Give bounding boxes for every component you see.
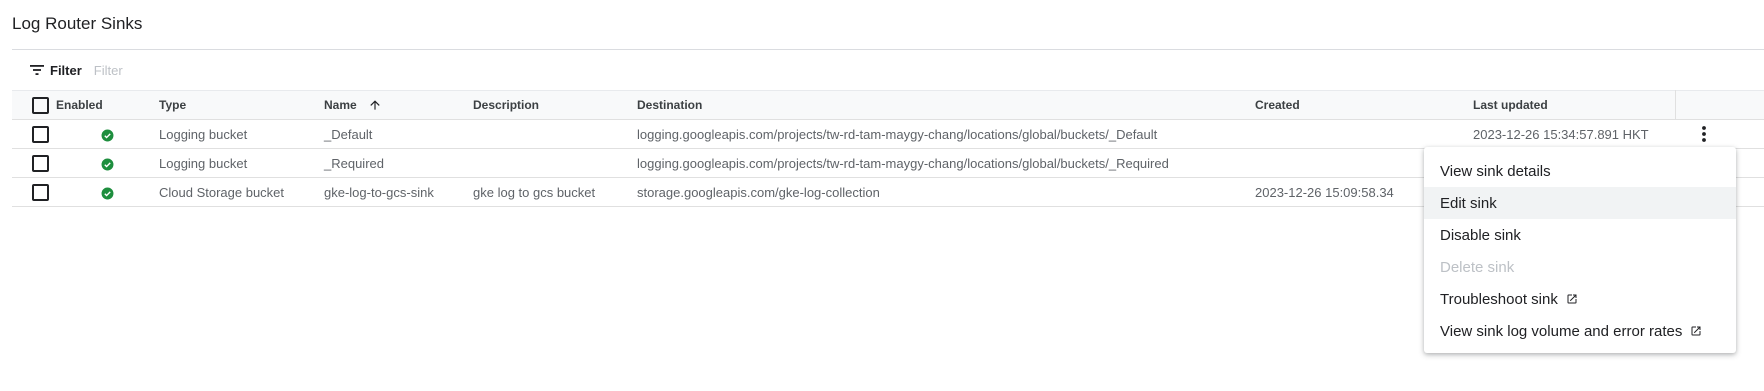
filter-list-icon: [30, 65, 44, 75]
cell-destination: logging.googleapis.com/projects/tw-rd-ta…: [637, 126, 1158, 142]
row-checkbox[interactable]: [32, 125, 49, 143]
menu-item-label: View sink details: [1440, 162, 1551, 180]
column-header-created[interactable]: Created: [1255, 91, 1473, 120]
menu-item-label: Troubleshoot sink: [1440, 290, 1558, 308]
cell-destination: logging.googleapis.com/projects/tw-rd-ta…: [637, 155, 1169, 171]
cell-name[interactable]: _Default: [324, 120, 473, 149]
column-header-description[interactable]: Description: [473, 91, 637, 120]
column-header-type[interactable]: Type: [159, 91, 324, 120]
open-in-new-icon: [1690, 325, 1702, 337]
column-header-enabled[interactable]: Enabled: [56, 91, 159, 120]
column-header-name[interactable]: Name: [324, 91, 473, 120]
menu-item-disable-sink[interactable]: Disable sink: [1424, 219, 1736, 251]
filter-button[interactable]: Filter: [30, 63, 82, 78]
column-header-destination[interactable]: Destination: [637, 91, 1255, 120]
menu-item-label: Edit sink: [1440, 194, 1497, 212]
log-router-sinks-page: Log Router Sinks Filter Filter Enabled T…: [0, 0, 1764, 391]
check-circle-icon: [101, 129, 114, 141]
menu-item-view-sink-log-volume[interactable]: View sink log volume and error rates: [1424, 315, 1736, 347]
menu-item-view-sink-details[interactable]: View sink details: [1424, 155, 1736, 187]
cell-description: [473, 149, 637, 178]
cell-name[interactable]: gke-log-to-gcs-sink: [324, 178, 473, 207]
cell-type: Logging bucket: [159, 155, 248, 171]
cell-created: [1255, 120, 1473, 149]
menu-item-edit-sink[interactable]: Edit sink: [1424, 187, 1736, 219]
menu-item-delete-sink: Delete sink: [1424, 251, 1736, 283]
filter-button-label: Filter: [50, 62, 82, 78]
header-select-cell: [12, 91, 56, 120]
select-all-checkbox[interactable]: [32, 96, 49, 114]
menu-item-label: Disable sink: [1440, 226, 1521, 244]
column-header-last-updated[interactable]: Last updated: [1473, 91, 1675, 120]
menu-item-troubleshoot-sink[interactable]: Troubleshoot sink: [1424, 283, 1736, 315]
arrow-up-icon: [370, 100, 380, 111]
page-title: Log Router Sinks: [12, 14, 143, 33]
cell-name[interactable]: _Required: [324, 149, 473, 178]
sink-context-menu: View sink details Edit sink Disable sink…: [1424, 147, 1736, 353]
menu-item-label: View sink log volume and error rates: [1440, 322, 1683, 340]
filter-input[interactable]: [93, 62, 394, 78]
cell-last-updated: 2023-12-26 15:34:57.891 HKT: [1473, 126, 1649, 142]
row-checkbox[interactable]: [32, 183, 49, 201]
cell-description: [473, 120, 637, 149]
column-header-name-label: Name: [324, 97, 357, 112]
title-divider: [12, 49, 1764, 50]
cell-type: Logging bucket: [159, 126, 248, 142]
column-header-actions: [1674, 90, 1764, 120]
open-in-new-icon: [1566, 293, 1578, 305]
filter-bar: Filter: [30, 58, 394, 82]
cell-type: Cloud Storage bucket: [159, 184, 285, 200]
check-circle-icon: [101, 158, 114, 170]
row-checkbox[interactable]: [32, 154, 49, 172]
cell-destination: storage.googleapis.com/gke-log-collectio…: [637, 184, 880, 200]
table-row: Logging bucket _Default logging.googleap…: [12, 120, 1764, 149]
more-vert-icon[interactable]: [1702, 126, 1706, 143]
menu-item-label: Delete sink: [1440, 258, 1515, 276]
cell-description: gke log to gcs bucket: [473, 184, 596, 200]
table-header-row: Enabled Type Name Description Destinatio…: [12, 90, 1764, 120]
check-circle-icon: [101, 187, 114, 199]
